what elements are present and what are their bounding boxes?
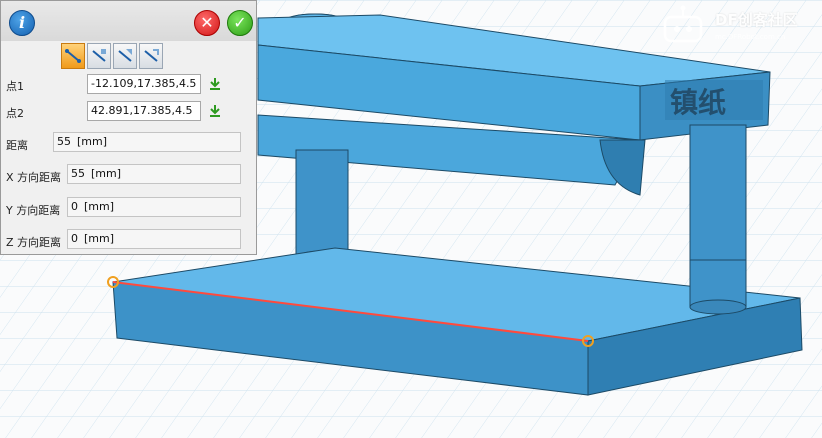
angle-measure-icon[interactable] [139,43,163,69]
pillar-right-foot-front [689,299,747,315]
z-distance-field: 0 [mm] [67,229,241,249]
watermark-url: mc.DFRobot.com.cn [715,33,786,41]
svg-text:镇纸: 镇纸 [670,86,726,119]
y-distance-value: 0 [71,200,78,213]
watermark: DF创客社区 mc.DFRobot.com.cn [655,3,815,49]
dfrobot-logo-icon [663,5,703,43]
z-distance-unit: [mm] [84,232,115,245]
measure-panel: i ✕ ✓ 点1 -12.109,17.385,4.5 点2 42.891,17… [0,0,257,255]
x-distance-unit: [mm] [91,167,122,180]
x-distance-label: X 方向距离 [6,171,62,184]
embossed-logo: 镇纸 [665,80,763,120]
check-icon[interactable]: ✓ [227,10,253,36]
point2-label: 点2 [6,107,24,120]
distance-field: 55 [mm] [53,132,241,152]
close-icon[interactable]: ✕ [194,10,220,36]
z-distance-label: Z 方向距离 [6,236,62,249]
pick-point-icon[interactable] [207,76,223,92]
distance-label: 距离 [6,139,28,152]
y-distance-field: 0 [mm] [67,197,241,217]
watermark-title: DF创客社区 [715,11,798,29]
distance-unit: [mm] [77,135,108,148]
y-distance-unit: [mm] [84,200,115,213]
face-measure-icon[interactable] [113,43,137,69]
point1-label: 点1 [6,80,24,93]
z-distance-value: 0 [71,232,78,245]
y-distance-label: Y 方向距离 [6,204,61,217]
x-distance-field: 55 [mm] [67,164,241,184]
pick-point-icon[interactable] [207,103,223,119]
x-distance-value: 55 [71,167,85,180]
point2-field[interactable]: 42.891,17.385,4.5 [87,101,201,121]
distance-value: 55 [57,135,71,148]
point1-field[interactable]: -12.109,17.385,4.5 [87,74,201,94]
point-to-point-measure-icon[interactable] [61,43,85,69]
edge-measure-icon[interactable] [87,43,111,69]
pillar-left [295,149,349,259]
info-icon[interactable]: i [9,10,35,36]
